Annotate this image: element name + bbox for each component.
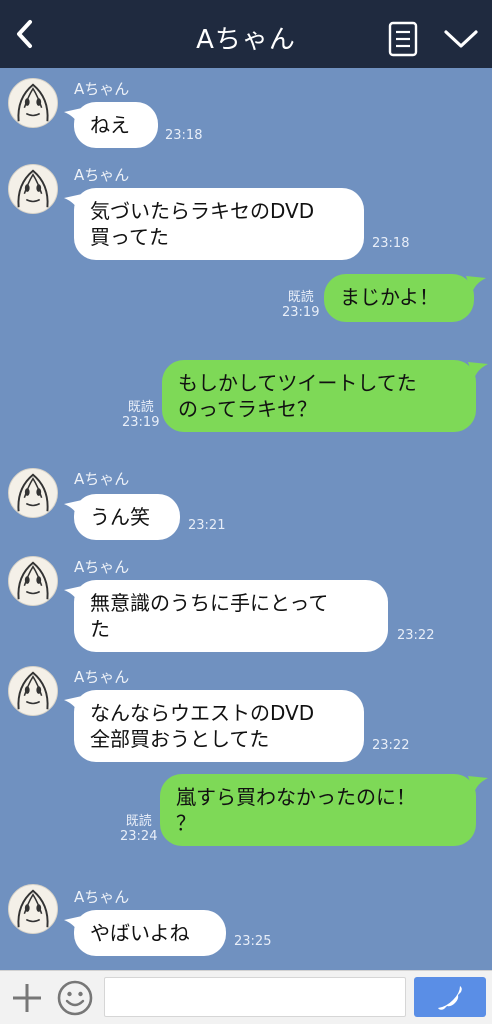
message-time: 23:22 [397,628,435,643]
message-input-bar [0,970,492,1024]
message-text-line: やばいよね [90,921,190,945]
notes-button[interactable] [386,21,420,57]
message-meta: 既読 23:19 [122,400,159,430]
message-bubble-outgoing[interactable]: 嵐すら買わなかったのに！ ？ [160,774,488,846]
sender-name: Aちゃん [74,166,130,184]
message-bubble-incoming[interactable]: うん笑 [64,494,180,540]
message-input[interactable] [104,977,406,1017]
emoji-icon [57,980,93,1016]
message-text-line: のってラキセ？ [178,397,317,421]
message-time: 23:19 [282,305,320,320]
chat-area[interactable]: Aちゃん ねえ 23:18 Aちゃん 気づいたらラキセのDVD 買ってた 23:… [0,68,492,970]
read-receipt: 既読 [287,290,314,305]
message-meta: 既読 23:19 [282,290,319,320]
avatar[interactable] [8,666,58,716]
message-text-line: 買ってた [90,225,169,249]
message-text-line: 全部買おうとしてた [90,727,270,751]
message-text-line: 気づいたらラキセのDVD [90,199,315,223]
sender-name: Aちゃん [74,888,130,906]
message-text-line: なんならウエストのDVD [90,701,315,725]
avatar[interactable] [8,164,58,214]
read-receipt: 既読 [127,400,154,415]
message-time: 23:18 [372,236,410,251]
avatar-face-icon [17,83,49,122]
avatar-face-icon [17,889,49,928]
message-text-line: た [90,617,110,641]
sender-name: Aちゃん [74,558,130,576]
message-bubble-incoming[interactable]: やばいよね [64,910,226,956]
message-text-line: 無意識のうちに手にとって [90,591,329,615]
avatar[interactable] [8,468,58,518]
plus-icon [13,984,41,1012]
chat-header: Aちゃん [0,0,492,68]
message-text-line: 嵐すら買わなかったのに！ [176,785,416,809]
notes-icon [388,21,418,57]
sender-name: Aちゃん [74,470,130,488]
message-bubble-outgoing[interactable]: まじかよ！ [324,274,486,322]
avatar-face-icon [17,473,49,512]
message-time: 23:21 [188,518,226,533]
message-time: 23:22 [372,738,410,753]
message-text-line: うん笑 [90,505,150,529]
message-bubble-incoming[interactable]: 無意識のうちに手にとって た [64,580,388,652]
sender-name: Aちゃん [74,668,130,686]
message-bubble-incoming[interactable]: ねえ [64,102,158,148]
chevron-down-icon [444,30,478,48]
menu-dropdown-button[interactable] [440,24,482,54]
phone-icon [438,986,462,1010]
sender-name: Aちゃん [74,80,130,98]
message-time: 23:24 [120,829,158,844]
message-bubble-outgoing[interactable]: もしかしてツイートしてた のってラキセ？ [162,360,488,432]
message-bubble-incoming[interactable]: なんならウエストのDVD 全部買おうとしてた [64,690,364,762]
message-text-line: もしかしてツイートしてた [178,371,417,395]
avatar-face-icon [17,671,49,710]
message-meta: 既読 23:24 [120,814,157,844]
avatar[interactable] [8,556,58,606]
read-receipt: 既読 [125,814,152,829]
message-bubble-incoming[interactable]: 気づいたらラキセのDVD 買ってた [64,188,364,260]
message-text-line: まじかよ！ [340,285,439,309]
attach-button[interactable] [10,981,44,1015]
message-time: 23:18 [165,128,203,143]
avatar[interactable] [8,78,58,128]
message-time: 23:25 [234,934,272,949]
avatar-face-icon [17,561,49,600]
message-text-line: ？ [176,811,196,835]
message-time: 23:19 [122,415,160,430]
avatar-face-icon [17,169,49,208]
call-button[interactable] [414,977,486,1017]
avatar[interactable] [8,884,58,934]
message-text-line: ねえ [90,113,130,137]
emoji-button[interactable] [56,979,94,1017]
